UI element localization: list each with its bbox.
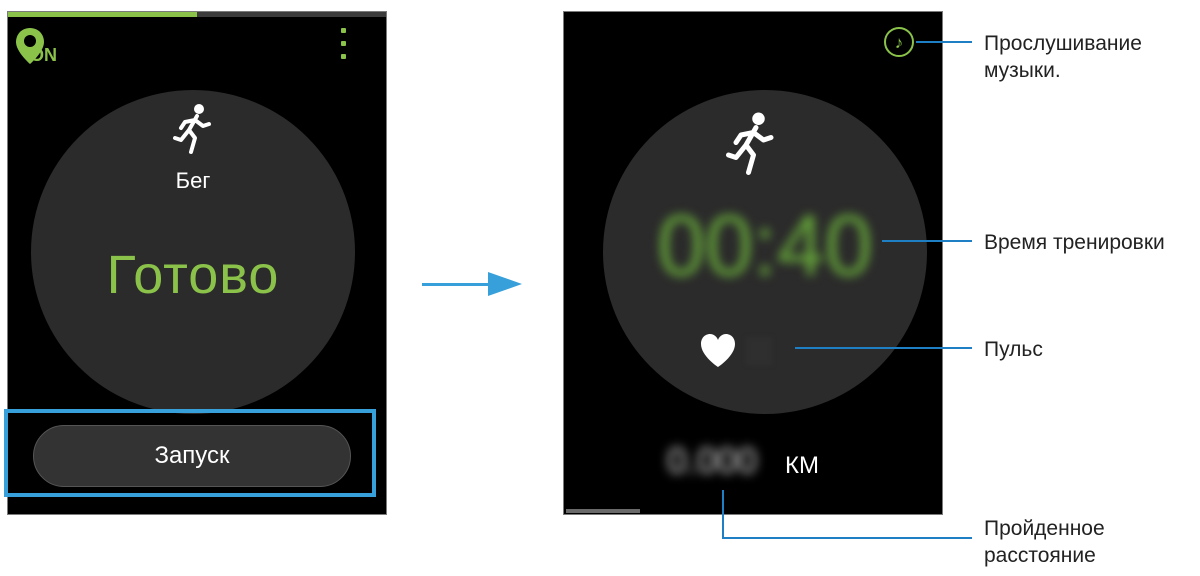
heart-icon [701,334,735,367]
scroll-indicator [566,509,640,513]
callout-distance: Пройденное расстояние [984,517,1105,567]
start-button[interactable]: Запуск [33,425,351,487]
ready-status: Готово [106,245,280,305]
callout-vline-distance [722,490,724,539]
gps-status-label: ON [30,45,57,65]
callout-workout-time: Время тренировки [984,231,1165,254]
callout-line-pulse [795,347,972,349]
callout-pulse: Пульс [984,338,1043,361]
workout-timer: 00:40 [657,198,873,294]
running-icon [726,112,774,175]
callout-line-music [916,41,972,43]
transition-arrow-line [422,283,492,286]
callout-line-time [882,240,972,242]
callout-line-distance [722,537,972,539]
activity-label: Бег [175,168,211,193]
running-icon [173,104,211,154]
more-vertical-icon[interactable] [341,28,346,62]
progress-indicator [8,12,197,17]
distance-unit: КМ [785,452,819,479]
pulse-value [746,337,772,365]
distance-value: 0.000 [667,440,758,481]
callout-music: Прослушивание музыки. [984,32,1142,82]
music-note-icon[interactable]: ♪ [884,27,914,57]
arrow-right-icon [488,272,522,296]
